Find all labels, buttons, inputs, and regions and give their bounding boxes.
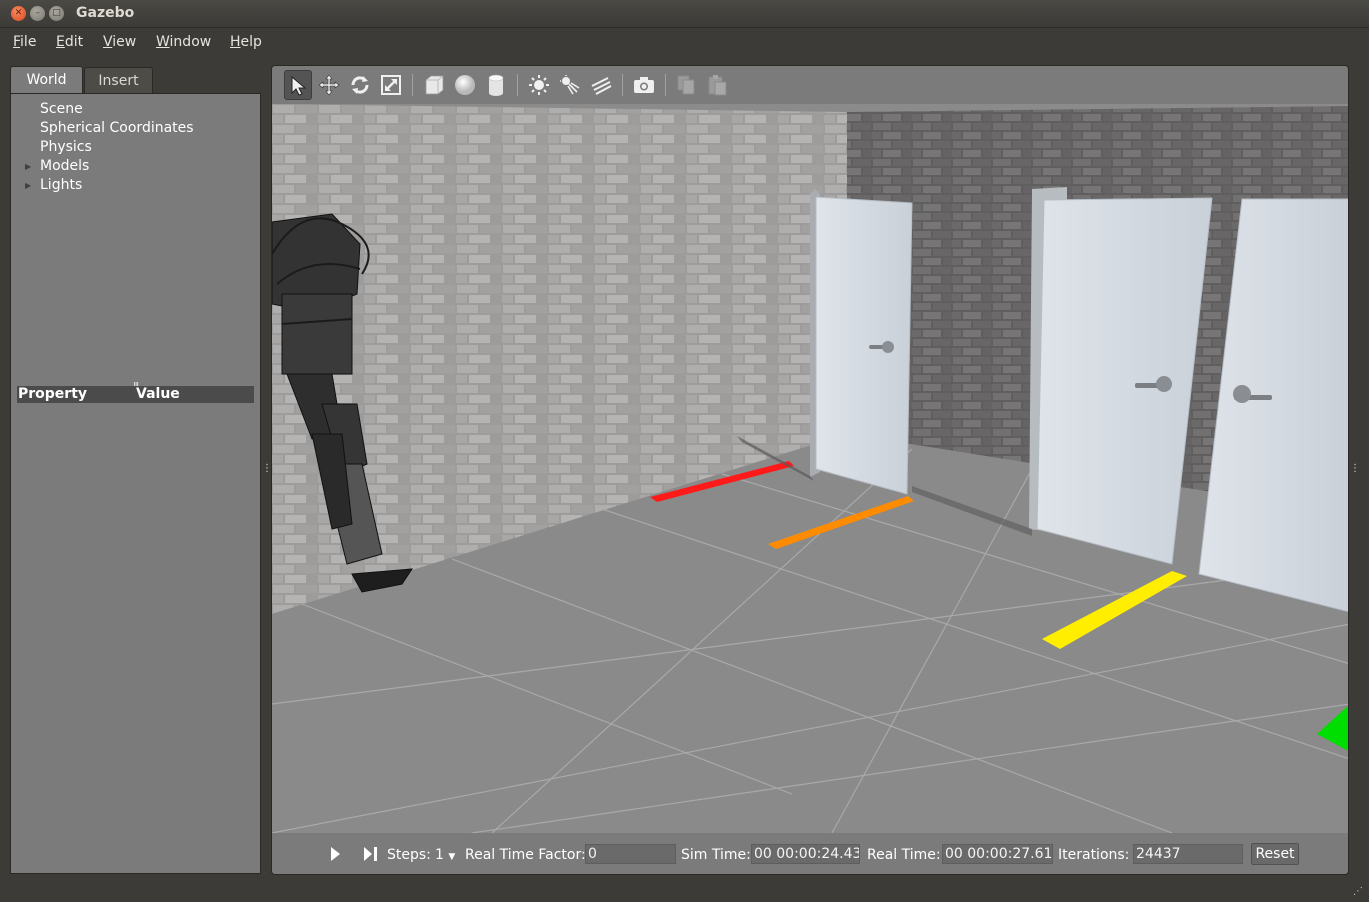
tree-item-models[interactable]: Models: [40, 158, 89, 174]
sphere-icon: [455, 75, 475, 95]
maximize-window-button[interactable]: □: [49, 6, 64, 21]
steps-value: 1: [435, 847, 444, 863]
chevron-down-icon[interactable]: ▼: [448, 852, 455, 862]
scene-render: [272, 104, 1348, 834]
select-mode-button[interactable]: [284, 70, 312, 100]
sun-icon: [529, 75, 549, 95]
resize-grip-icon[interactable]: ⋰: [1353, 886, 1363, 897]
insert-cylinder-button[interactable]: [482, 70, 510, 100]
menu-bar: File Edit View Window Help: [0, 28, 1369, 58]
menu-help-mnemonic: H: [230, 34, 241, 50]
iterations-field: 24437: [1133, 844, 1243, 864]
rotate-mode-button[interactable]: [346, 70, 374, 100]
toolbar-separator: [665, 74, 666, 96]
copy-icon: [677, 75, 695, 95]
menu-view-mnemonic: V: [103, 34, 113, 50]
screenshot-button[interactable]: [630, 70, 658, 100]
tree-item-scene[interactable]: Scene: [40, 101, 83, 117]
tab-insert[interactable]: Insert: [84, 67, 153, 94]
toolbar: [272, 66, 1348, 104]
menu-view[interactable]: View: [103, 34, 136, 50]
menu-edit[interactable]: Edit: [56, 34, 83, 50]
right-splitter-handle[interactable]: ⋮: [1350, 463, 1360, 474]
iterations-label: Iterations:: [1058, 847, 1130, 863]
left-panel: World Insert Scene Spherical Coordinates…: [10, 66, 261, 874]
menu-window-mnemonic: W: [156, 34, 170, 50]
tab-world[interactable]: World: [10, 66, 83, 94]
point-light-button[interactable]: [525, 70, 553, 100]
copy-button[interactable]: [672, 70, 700, 100]
property-column-header[interactable]: Property: [18, 386, 87, 403]
toolbar-separator: [412, 74, 413, 96]
render-panel: Steps: 1 ▼ Real Time Factor: 0 Sim Time:…: [271, 65, 1349, 875]
step-forward-icon: [364, 847, 377, 861]
directional-light-icon: [591, 77, 612, 95]
directional-light-button[interactable]: [587, 70, 615, 100]
menu-help[interactable]: Help: [230, 34, 262, 50]
real-time-label: Real Time:: [867, 847, 941, 863]
paste-icon: [708, 75, 727, 96]
reset-button[interactable]: Reset: [1251, 843, 1299, 865]
menu-file-label: ile: [20, 34, 37, 50]
tree-item-lights[interactable]: Lights: [40, 177, 82, 193]
sim-time-label: Sim Time:: [681, 847, 751, 863]
window-title: Gazebo: [76, 5, 135, 21]
close-window-button[interactable]: ✕: [11, 6, 26, 21]
toolbar-separator: [517, 74, 518, 96]
tree-item-physics[interactable]: Physics: [40, 139, 92, 155]
expand-arrow-icon[interactable]: ▶: [25, 181, 31, 190]
spotlight-icon: [560, 75, 580, 95]
arrow-cursor-icon: [291, 75, 307, 96]
menu-edit-mnemonic: E: [56, 34, 65, 50]
menu-view-label: iew: [112, 34, 137, 50]
menu-file-mnemonic: F: [13, 34, 21, 50]
camera-icon: [634, 77, 654, 93]
play-button[interactable]: [330, 846, 342, 866]
menu-window[interactable]: Window: [156, 34, 211, 50]
door-1: [815, 196, 913, 495]
toolbar-separator: [622, 74, 623, 96]
steps-label: Steps:: [387, 847, 431, 863]
world-tree-panel: Scene Spherical Coordinates Physics ▶ Mo…: [10, 93, 261, 874]
rotate-arrows-icon: [351, 76, 369, 94]
real-time-field: 00 00:00:27.612: [942, 844, 1053, 864]
paste-button[interactable]: [703, 70, 731, 100]
scene-viewport[interactable]: [272, 104, 1348, 834]
step-button[interactable]: [363, 846, 379, 866]
minimize-window-button[interactable]: –: [30, 6, 45, 21]
value-column-header[interactable]: Value: [136, 386, 180, 403]
scale-icon: [381, 75, 401, 95]
menu-edit-label: dit: [64, 34, 84, 50]
real-time-factor-field: 0: [585, 844, 676, 864]
property-table-header: Property Value: [17, 386, 254, 403]
bottom-toolbar: Steps: 1 ▼ Real Time Factor: 0 Sim Time:…: [272, 833, 1348, 874]
insert-sphere-button[interactable]: [451, 70, 479, 100]
play-icon: [331, 847, 340, 861]
translate-mode-button[interactable]: [315, 70, 343, 100]
sim-time-field: 00 00:00:24.437: [751, 844, 860, 864]
insert-box-button[interactable]: [420, 70, 448, 100]
scale-mode-button[interactable]: [377, 70, 405, 100]
expand-arrow-icon[interactable]: ▶: [25, 162, 31, 171]
box-icon: [425, 75, 444, 95]
move-arrows-icon: [318, 74, 340, 96]
rtf-label: Real Time Factor:: [465, 847, 586, 863]
spot-light-button[interactable]: [556, 70, 584, 100]
cylinder-icon: [488, 74, 504, 96]
menu-window-label: indow: [169, 34, 212, 50]
menu-help-label: elp: [240, 34, 262, 50]
title-bar: ✕ – □ Gazebo: [0, 0, 1369, 28]
steps-spinner[interactable]: 1 ▼: [435, 847, 455, 863]
menu-file[interactable]: File: [13, 34, 36, 50]
tree-item-spherical-coordinates[interactable]: Spherical Coordinates: [40, 120, 194, 136]
